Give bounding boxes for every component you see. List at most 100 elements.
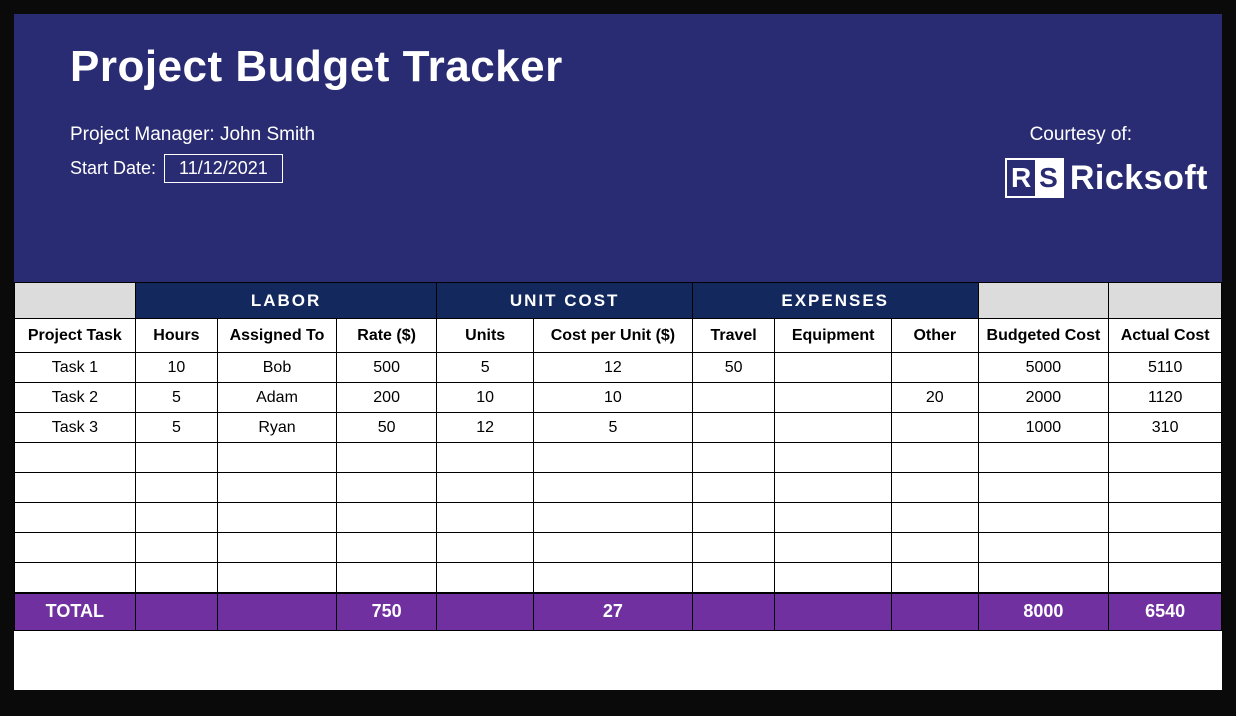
cell-hours[interactable]: 5: [135, 413, 217, 443]
cell-task[interactable]: Task 1: [15, 353, 136, 383]
cell-actual[interactable]: [1109, 473, 1222, 503]
cell-travel[interactable]: [692, 503, 774, 533]
cell-actual[interactable]: [1109, 443, 1222, 473]
cell-task[interactable]: Task 3: [15, 413, 136, 443]
cell-task[interactable]: [15, 473, 136, 503]
cell-equipment[interactable]: [775, 503, 892, 533]
cell-travel[interactable]: [692, 383, 774, 413]
cell-travel[interactable]: [692, 443, 774, 473]
cell-other[interactable]: [892, 533, 979, 563]
cell-budgeted[interactable]: [978, 473, 1109, 503]
cell-hours[interactable]: [135, 533, 217, 563]
cell-actual[interactable]: [1109, 533, 1222, 563]
project-manager-label: Project Manager:: [70, 124, 215, 145]
table-row[interactable]: [15, 443, 1222, 473]
cell-cpu[interactable]: [533, 533, 692, 563]
cell-equipment[interactable]: [775, 353, 892, 383]
cell-task[interactable]: [15, 563, 136, 593]
cell-actual[interactable]: [1109, 503, 1222, 533]
cell-rate[interactable]: [336, 473, 437, 503]
cell-hours[interactable]: [135, 473, 217, 503]
cell-rate[interactable]: 200: [336, 383, 437, 413]
cell-actual[interactable]: 1120: [1109, 383, 1222, 413]
cell-assigned[interactable]: Ryan: [218, 413, 337, 443]
cell-actual[interactable]: 310: [1109, 413, 1222, 443]
table-row[interactable]: [15, 503, 1222, 533]
cell-travel[interactable]: [692, 533, 774, 563]
cell-assigned[interactable]: Adam: [218, 383, 337, 413]
cell-units[interactable]: [437, 563, 534, 593]
cell-units[interactable]: [437, 503, 534, 533]
table-row[interactable]: [15, 563, 1222, 593]
cell-budgeted[interactable]: 2000: [978, 383, 1109, 413]
cell-equipment[interactable]: [775, 383, 892, 413]
cell-other[interactable]: [892, 503, 979, 533]
cell-rate[interactable]: [336, 563, 437, 593]
cell-budgeted[interactable]: 5000: [978, 353, 1109, 383]
cell-cpu[interactable]: [533, 503, 692, 533]
cell-equipment[interactable]: [775, 443, 892, 473]
group-header-row: LABOR UNIT COST EXPENSES: [15, 283, 1222, 319]
cell-task[interactable]: [15, 533, 136, 563]
cell-task[interactable]: [15, 443, 136, 473]
cell-equipment[interactable]: [775, 473, 892, 503]
cell-equipment[interactable]: [775, 563, 892, 593]
cell-other[interactable]: [892, 353, 979, 383]
cell-hours[interactable]: 10: [135, 353, 217, 383]
cell-actual[interactable]: [1109, 563, 1222, 593]
cell-task[interactable]: [15, 503, 136, 533]
table-row[interactable]: Task 25Adam20010102020001120: [15, 383, 1222, 413]
cell-units[interactable]: [437, 443, 534, 473]
cell-budgeted[interactable]: 1000: [978, 413, 1109, 443]
cell-task[interactable]: Task 2: [15, 383, 136, 413]
cell-assigned[interactable]: [218, 563, 337, 593]
table-row[interactable]: [15, 473, 1222, 503]
cell-cpu[interactable]: 12: [533, 353, 692, 383]
cell-assigned[interactable]: [218, 533, 337, 563]
cell-cpu[interactable]: [533, 563, 692, 593]
cell-budgeted[interactable]: [978, 443, 1109, 473]
cell-other[interactable]: [892, 563, 979, 593]
cell-hours[interactable]: [135, 503, 217, 533]
cell-equipment[interactable]: [775, 413, 892, 443]
cell-rate[interactable]: [336, 443, 437, 473]
cell-other[interactable]: [892, 473, 979, 503]
cell-cpu[interactable]: 10: [533, 383, 692, 413]
cell-travel[interactable]: [692, 563, 774, 593]
cell-units[interactable]: [437, 473, 534, 503]
cell-travel[interactable]: [692, 473, 774, 503]
table-row[interactable]: [15, 533, 1222, 563]
cell-assigned[interactable]: Bob: [218, 353, 337, 383]
cell-rate[interactable]: 500: [336, 353, 437, 383]
cell-units[interactable]: [437, 533, 534, 563]
cell-rate[interactable]: 50: [336, 413, 437, 443]
cell-assigned[interactable]: [218, 443, 337, 473]
cell-other[interactable]: [892, 443, 979, 473]
cell-other[interactable]: [892, 413, 979, 443]
cell-units[interactable]: 10: [437, 383, 534, 413]
cell-other[interactable]: 20: [892, 383, 979, 413]
cell-travel[interactable]: [692, 413, 774, 443]
cell-budgeted[interactable]: [978, 503, 1109, 533]
cell-assigned[interactable]: [218, 473, 337, 503]
cell-equipment[interactable]: [775, 533, 892, 563]
cell-assigned[interactable]: [218, 503, 337, 533]
budget-table[interactable]: LABOR UNIT COST EXPENSES Project Task Ho…: [14, 282, 1222, 631]
cell-budgeted[interactable]: [978, 533, 1109, 563]
cell-units[interactable]: 5: [437, 353, 534, 383]
cell-rate[interactable]: [336, 533, 437, 563]
cell-budgeted[interactable]: [978, 563, 1109, 593]
cell-cpu[interactable]: 5: [533, 413, 692, 443]
cell-travel[interactable]: 50: [692, 353, 774, 383]
cell-cpu[interactable]: [533, 473, 692, 503]
start-date-input[interactable]: 11/12/2021: [164, 154, 283, 183]
cell-hours[interactable]: 5: [135, 383, 217, 413]
cell-hours[interactable]: [135, 563, 217, 593]
cell-hours[interactable]: [135, 443, 217, 473]
table-row[interactable]: Task 110Bob50051250 50005110: [15, 353, 1222, 383]
table-row[interactable]: Task 35Ryan501251000310: [15, 413, 1222, 443]
cell-rate[interactable]: [336, 503, 437, 533]
cell-cpu[interactable]: [533, 443, 692, 473]
cell-units[interactable]: 12: [437, 413, 534, 443]
cell-actual[interactable]: 5110: [1109, 353, 1222, 383]
